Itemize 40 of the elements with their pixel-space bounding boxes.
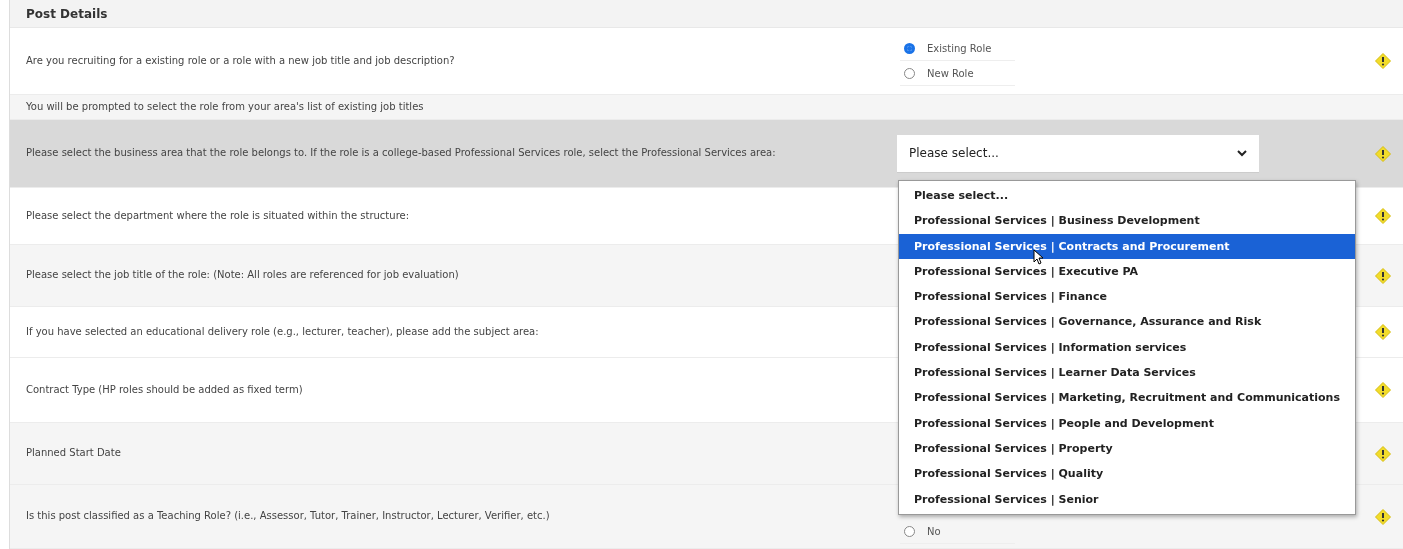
dropdown-option[interactable]: Professional Services | Quality bbox=[899, 461, 1355, 487]
dropdown-option[interactable]: Please select... bbox=[899, 183, 1355, 209]
question-label: Is this post classified as a Teaching Role? (i.e., Assessor, Tutor, Trainer, Instructor, Lecturer, Verifier, etc.) bbox=[25, 510, 551, 523]
question-label: Contract Type (HP roles should be added as fixed term) bbox=[25, 383, 304, 397]
dropdown-option[interactable]: Professional Services | Governance, Assurance and Risk bbox=[899, 309, 1355, 335]
question-label: Are you recruiting for a existing role or a role with a new job title and job description? bbox=[25, 54, 456, 68]
radio-option[interactable]: No bbox=[900, 519, 1015, 544]
question-label: Please select the business area that the role belongs to. If the role is a college-based Professional Services role, select the Professional Services area: bbox=[25, 147, 777, 160]
radio-option[interactable]: New Role bbox=[900, 61, 1015, 86]
radio-button[interactable] bbox=[904, 525, 915, 537]
question-label: You will be prompted to select the role from your area's list of existing job titles bbox=[25, 100, 425, 114]
dropdown-option[interactable]: Professional Services | Senior bbox=[899, 486, 1355, 512]
help-icon[interactable] bbox=[1375, 508, 1391, 525]
dropdown-option[interactable]: Professional Services | People and Development bbox=[899, 410, 1355, 436]
radio-button[interactable] bbox=[904, 67, 915, 79]
question-label: Please select the department where the role is situated within the structure: bbox=[25, 209, 411, 223]
mouse-cursor-icon bbox=[1033, 249, 1044, 265]
dropdown-option[interactable]: Professional Services | Learner Data Services bbox=[899, 360, 1355, 386]
dropdown-option[interactable]: Professional Services | Executive PA bbox=[899, 258, 1355, 285]
help-icon[interactable] bbox=[1375, 445, 1391, 462]
dropdown-option[interactable]: Professional Services | Marketing, Recruitment and Communications bbox=[899, 385, 1355, 411]
help-icon[interactable] bbox=[1375, 382, 1391, 398]
help-icon[interactable] bbox=[1375, 324, 1391, 340]
dropdown-option[interactable]: Professional Services | Information services bbox=[899, 334, 1355, 361]
question-label: If you have selected an educational delivery role (e.g., lecturer, teacher), please add the subject area: bbox=[25, 325, 540, 339]
section-title: Post Details bbox=[26, 6, 108, 21]
help-icon[interactable] bbox=[1375, 145, 1391, 162]
dropdown-option[interactable]: Professional Services | Business Development bbox=[899, 208, 1355, 234]
dropdown-option[interactable]: Professional Services | Property bbox=[899, 435, 1355, 462]
select-field[interactable]: Please select... bbox=[897, 134, 1259, 173]
help-icon[interactable] bbox=[1375, 267, 1391, 284]
chevron-down-icon bbox=[1237, 149, 1247, 157]
question-label: Please select the job title of the role: (Note: All roles are referenced for job evaluation) bbox=[25, 269, 460, 282]
help-icon[interactable] bbox=[1375, 53, 1391, 69]
dropdown-option[interactable]: Professional Services | Finance bbox=[899, 284, 1355, 310]
dropdown-option[interactable]: Professional Services | Contracts and Procurement bbox=[899, 233, 1355, 259]
radio-option[interactable]: Existing Role bbox=[900, 36, 1015, 61]
radio-button[interactable] bbox=[904, 42, 915, 54]
help-icon[interactable] bbox=[1375, 208, 1391, 224]
question-label: Planned Start Date bbox=[25, 447, 122, 460]
